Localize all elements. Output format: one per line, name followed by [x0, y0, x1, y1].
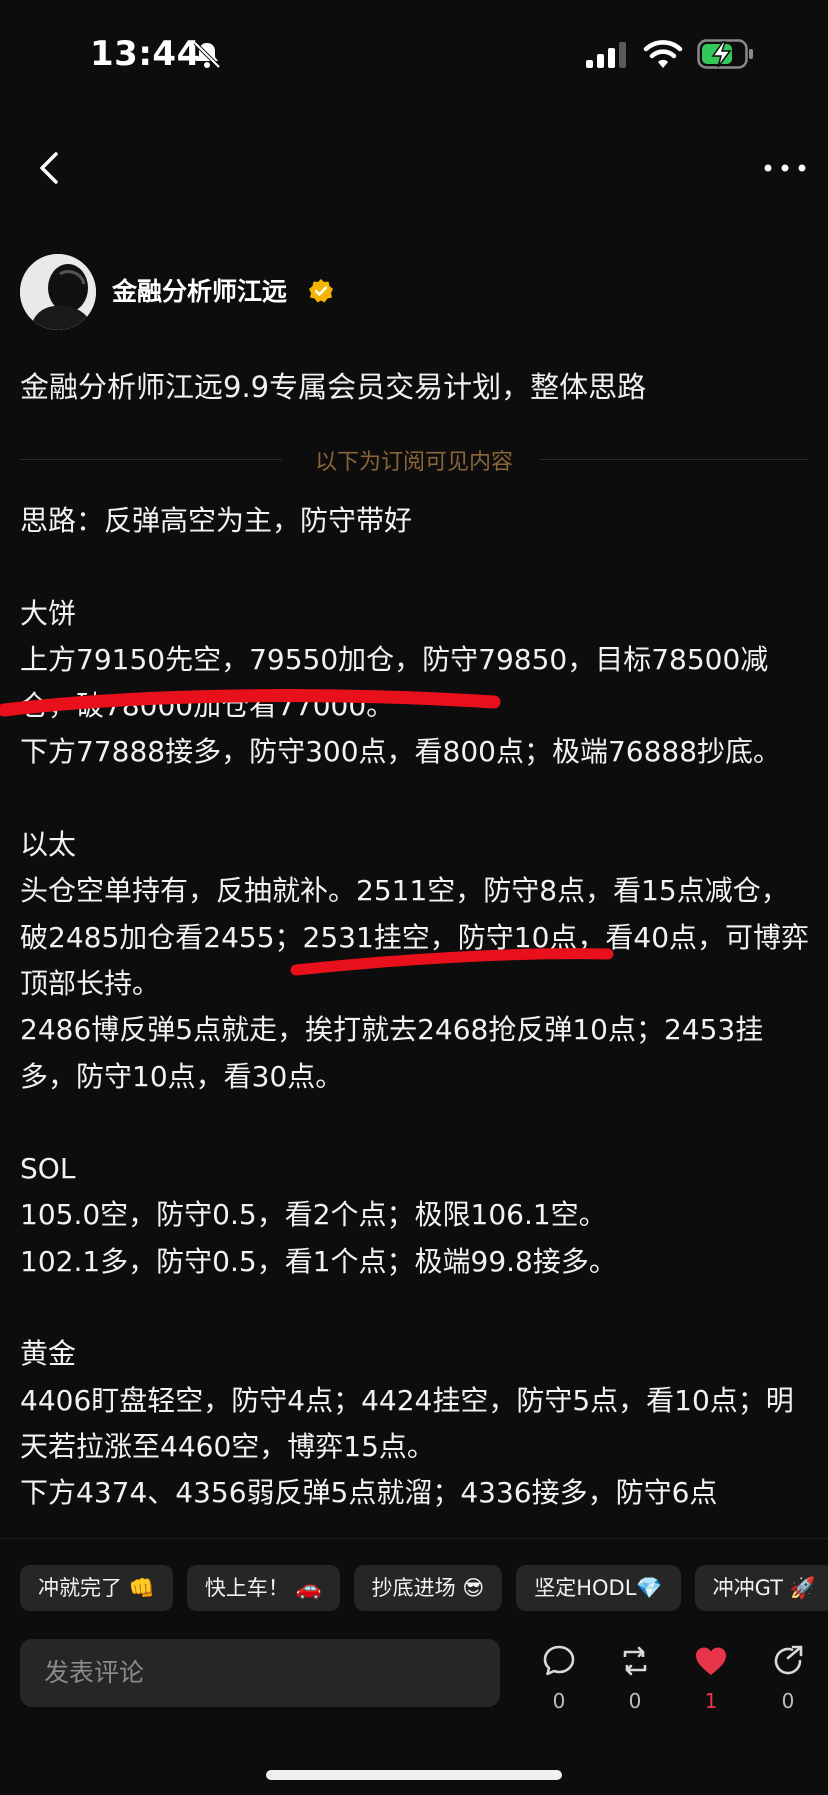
- more-options-button[interactable]: [760, 150, 810, 186]
- quick-reply-chip[interactable]: 坚定HODL💎: [516, 1565, 681, 1611]
- bottom-bar: 冲就完了 👊 快上车！ 🚗 抄底进场 😎 坚定HODL💎 冲冲GT 🚀 发表评论 0 0…: [0, 1538, 828, 1795]
- comment-bubble-icon: [543, 1645, 575, 1676]
- quick-reply-row: 冲就完了 👊 快上车！ 🚗 抄底进场 😎 坚定HODL💎 冲冲GT 🚀: [20, 1565, 828, 1611]
- status-bar: 13:44: [0, 0, 828, 110]
- avatar-image: [20, 254, 96, 330]
- section-heading: 大饼: [20, 596, 77, 630]
- comment-count: 0: [552, 1689, 566, 1713]
- cellular-signal-icon: [586, 42, 626, 68]
- post-title: 金融分析师江远9.9专属会员交易计划，整体思路: [20, 370, 647, 404]
- content-line: 102.1多，防守0.5，看1个点；极端99.8接多。: [20, 1244, 617, 1278]
- section-heading: 以太: [20, 828, 77, 862]
- like-count: 1: [704, 1689, 718, 1713]
- quick-reply-chip[interactable]: 抄底进场 😎: [353, 1565, 503, 1611]
- content-line: 头仓空单持有，反抽就补。2511空，防守8点，看15点减仓，破2485加仓看24…: [20, 874, 810, 1000]
- content-line: 上方79150先空，79550加仓，防守79850，目标78500减仓，破780…: [20, 642, 769, 723]
- status-time: 13:44: [90, 34, 201, 74]
- author-avatar[interactable]: [20, 254, 96, 330]
- verified-badge-icon: [309, 279, 333, 303]
- repost-icon: [623, 1646, 647, 1676]
- paywall-divider-label: 以下为订阅可见内容: [314, 450, 513, 475]
- content-line: 下方77888接多，防守300点，看800点；极端76888抄底。: [20, 735, 782, 769]
- content-line: 思路：反弹高空为主，防守带好: [20, 504, 413, 537]
- paywall-divider: 以下为订阅可见内容: [20, 444, 808, 475]
- wifi-icon: [643, 40, 683, 68]
- share-button[interactable]: 0: [758, 1643, 818, 1713]
- share-count: 0: [781, 1689, 795, 1713]
- divider-line: [540, 459, 808, 460]
- battery-charging-icon: [697, 39, 753, 69]
- section-heading: 黄金: [20, 1337, 77, 1371]
- post-content: 思路：反弹高空为主，防守带好 大饼 上方79150先空，79550加仓，防守79…: [20, 498, 810, 1517]
- repost-button[interactable]: 0: [605, 1643, 665, 1713]
- section-heading: SOL: [20, 1152, 76, 1186]
- quick-reply-chip[interactable]: 冲就完了 👊: [20, 1565, 173, 1611]
- repost-count: 0: [628, 1689, 642, 1713]
- heart-icon: [696, 1647, 726, 1675]
- back-button[interactable]: [28, 146, 72, 190]
- content-line: 4406盯盘轻空，防守4点；4424挂空，防守5点，看10点；明天若拉涨至446…: [20, 1383, 794, 1463]
- quick-reply-chip[interactable]: 冲冲GT 🚀: [694, 1565, 828, 1611]
- comment-input[interactable]: 发表评论: [20, 1639, 500, 1707]
- like-button[interactable]: 1: [681, 1643, 741, 1713]
- share-arrow-icon: [774, 1645, 803, 1675]
- author-name[interactable]: 金融分析师江远: [112, 272, 287, 308]
- comment-button[interactable]: 0: [529, 1643, 589, 1713]
- content-line: 105.0空，防守0.5，看2个点；极限106.1空。: [20, 1198, 607, 1232]
- bell-slash-icon: [193, 41, 221, 69]
- quick-reply-chip[interactable]: 快上车！ 🚗: [186, 1565, 340, 1611]
- content-line: 2486博反弹5点就走，挨打就去2468抢反弹10点；2453挂多，防守10点，…: [20, 1013, 764, 1093]
- home-indicator[interactable]: [266, 1770, 562, 1780]
- content-line: 下方4374、4356弱反弹5点就溜；4336接多，防守6点: [20, 1476, 718, 1510]
